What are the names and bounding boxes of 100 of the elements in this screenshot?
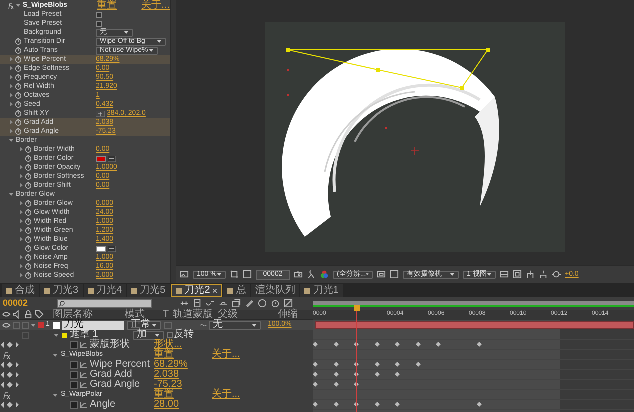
shy-icon[interactable] bbox=[219, 299, 228, 308]
stopwatch-icon[interactable] bbox=[25, 200, 32, 207]
comp-tab[interactable]: 刀光3 bbox=[40, 284, 83, 297]
comp-tab[interactable]: 刀光4 bbox=[84, 284, 126, 297]
column-header[interactable]: 轨道蒙版 bbox=[173, 310, 218, 320]
comp-tab[interactable]: 合成 bbox=[2, 284, 39, 297]
column-header[interactable]: T bbox=[163, 310, 173, 320]
property-value[interactable]: 68.29% bbox=[154, 360, 188, 370]
stopwatch-icon[interactable] bbox=[70, 341, 78, 349]
color-swatch[interactable] bbox=[96, 246, 106, 252]
layer-name-field[interactable]: 刀光 bbox=[62, 320, 124, 330]
region-icon[interactable] bbox=[243, 270, 252, 279]
frame-blend-icon[interactable] bbox=[232, 299, 241, 308]
link-icon[interactable] bbox=[200, 322, 207, 328]
mask-mode-dropdown[interactable]: 加 bbox=[133, 330, 164, 340]
keyframe-marker[interactable] bbox=[477, 342, 482, 347]
stopwatch-icon[interactable] bbox=[25, 272, 32, 279]
keyframe-marker[interactable] bbox=[477, 402, 482, 407]
keyframe-navigator-icon[interactable] bbox=[1, 372, 19, 378]
speaker-icon[interactable] bbox=[13, 310, 22, 319]
flowchart-icon[interactable] bbox=[539, 270, 548, 279]
layout-icon[interactable] bbox=[500, 270, 509, 279]
lock-icon[interactable] bbox=[24, 310, 33, 319]
keyframe-marker[interactable] bbox=[374, 402, 380, 407]
column-header[interactable]: 父级 bbox=[218, 310, 278, 320]
caret-icon[interactable] bbox=[31, 322, 36, 328]
stopwatch-icon[interactable] bbox=[15, 56, 22, 63]
person-icon[interactable] bbox=[307, 270, 316, 279]
brainstorm-icon[interactable] bbox=[258, 299, 267, 308]
comp-tab[interactable]: 总 bbox=[223, 284, 250, 297]
stopwatch-icon[interactable] bbox=[25, 236, 32, 243]
reset-link[interactable]: 重置 bbox=[97, 1, 142, 10]
split-icon[interactable] bbox=[180, 299, 189, 308]
snapshot-icon[interactable] bbox=[513, 270, 522, 279]
caret-icon[interactable] bbox=[53, 352, 58, 358]
reset-link[interactable]: 重置 bbox=[154, 390, 212, 400]
keyframe-navigator-icon[interactable] bbox=[1, 362, 19, 368]
property-value[interactable]: 2.038 bbox=[154, 370, 180, 380]
mask-path[interactable] bbox=[286, 48, 490, 90]
motion-blur-icon[interactable] bbox=[245, 299, 254, 308]
caret-icon[interactable] bbox=[53, 392, 58, 398]
camera-icon[interactable] bbox=[294, 270, 303, 279]
keyframe-marker[interactable] bbox=[416, 362, 420, 367]
draft-3d-icon[interactable] bbox=[206, 299, 215, 308]
fx-icon[interactable] bbox=[3, 392, 11, 398]
column-header[interactable]: 伸缩 bbox=[278, 310, 308, 320]
stopwatch-icon[interactable] bbox=[70, 401, 78, 409]
comp-tab[interactable]: 刀光2 bbox=[170, 284, 222, 297]
scrollbar[interactable] bbox=[170, 0, 176, 283]
fx-icon[interactable] bbox=[3, 352, 11, 358]
stopwatch-icon[interactable] bbox=[15, 92, 22, 99]
stopwatch-icon[interactable] bbox=[15, 38, 22, 45]
keyframe-marker[interactable] bbox=[334, 342, 338, 347]
keyframe-marker[interactable] bbox=[395, 362, 400, 367]
stopwatch-icon[interactable] bbox=[15, 110, 22, 117]
stopwatch-icon[interactable] bbox=[271, 299, 280, 308]
property-value[interactable]: -75.23 bbox=[154, 380, 182, 390]
caret-icon[interactable] bbox=[54, 332, 59, 338]
crosshair-icon[interactable] bbox=[96, 110, 105, 116]
keyframe-marker[interactable] bbox=[374, 362, 380, 367]
comp-tab[interactable]: 渲染队列 bbox=[251, 284, 300, 297]
keyframe-navigator-icon[interactable] bbox=[1, 342, 19, 348]
stopwatch-icon[interactable] bbox=[15, 47, 22, 54]
switch-box[interactable] bbox=[22, 332, 29, 338]
stopwatch-icon[interactable] bbox=[25, 173, 32, 180]
share-icon[interactable] bbox=[526, 270, 535, 279]
stopwatch-icon[interactable] bbox=[15, 83, 22, 90]
comp-tab[interactable]: 刀光1 bbox=[300, 284, 343, 297]
stopwatch-icon[interactable] bbox=[25, 209, 32, 216]
keyframe-navigator-icon[interactable] bbox=[1, 402, 19, 408]
stopwatch-icon[interactable] bbox=[25, 182, 32, 189]
stopwatch-icon[interactable] bbox=[25, 227, 32, 234]
keyframe-marker[interactable] bbox=[334, 402, 338, 407]
image-icon[interactable] bbox=[180, 270, 189, 279]
checkbox[interactable] bbox=[96, 12, 102, 18]
stopwatch-icon[interactable] bbox=[25, 164, 32, 171]
keyframe-marker[interactable] bbox=[395, 342, 400, 347]
eyedropper-icon[interactable] bbox=[108, 246, 116, 252]
stopwatch-icon[interactable] bbox=[15, 128, 22, 135]
keyframe-marker[interactable] bbox=[334, 362, 338, 367]
switch-box[interactable] bbox=[22, 322, 29, 328]
stopwatch-icon[interactable] bbox=[15, 101, 22, 108]
keyframe-marker[interactable] bbox=[395, 402, 400, 407]
column-header[interactable]: 模式 bbox=[125, 310, 163, 320]
keyframe-navigator-icon[interactable] bbox=[1, 382, 19, 388]
caret-icon[interactable] bbox=[16, 3, 21, 8]
exposure-icon[interactable] bbox=[552, 270, 561, 279]
mode-dropdown[interactable]: 正常 bbox=[127, 320, 161, 330]
about-link[interactable]: 关于... bbox=[212, 390, 240, 400]
about-link[interactable]: 关于... bbox=[212, 350, 240, 360]
keyframe-marker[interactable] bbox=[313, 402, 318, 407]
keyframe-marker[interactable] bbox=[334, 382, 338, 387]
keyframe-marker[interactable] bbox=[313, 362, 318, 367]
keyframe-marker[interactable] bbox=[374, 372, 380, 377]
keyframe-marker[interactable] bbox=[313, 382, 318, 387]
caret-icon[interactable] bbox=[9, 192, 14, 197]
grid-icon[interactable] bbox=[390, 270, 399, 279]
keyframe-marker[interactable] bbox=[416, 342, 420, 347]
stopwatch-icon[interactable] bbox=[25, 218, 32, 225]
graph-icon[interactable] bbox=[80, 342, 87, 348]
